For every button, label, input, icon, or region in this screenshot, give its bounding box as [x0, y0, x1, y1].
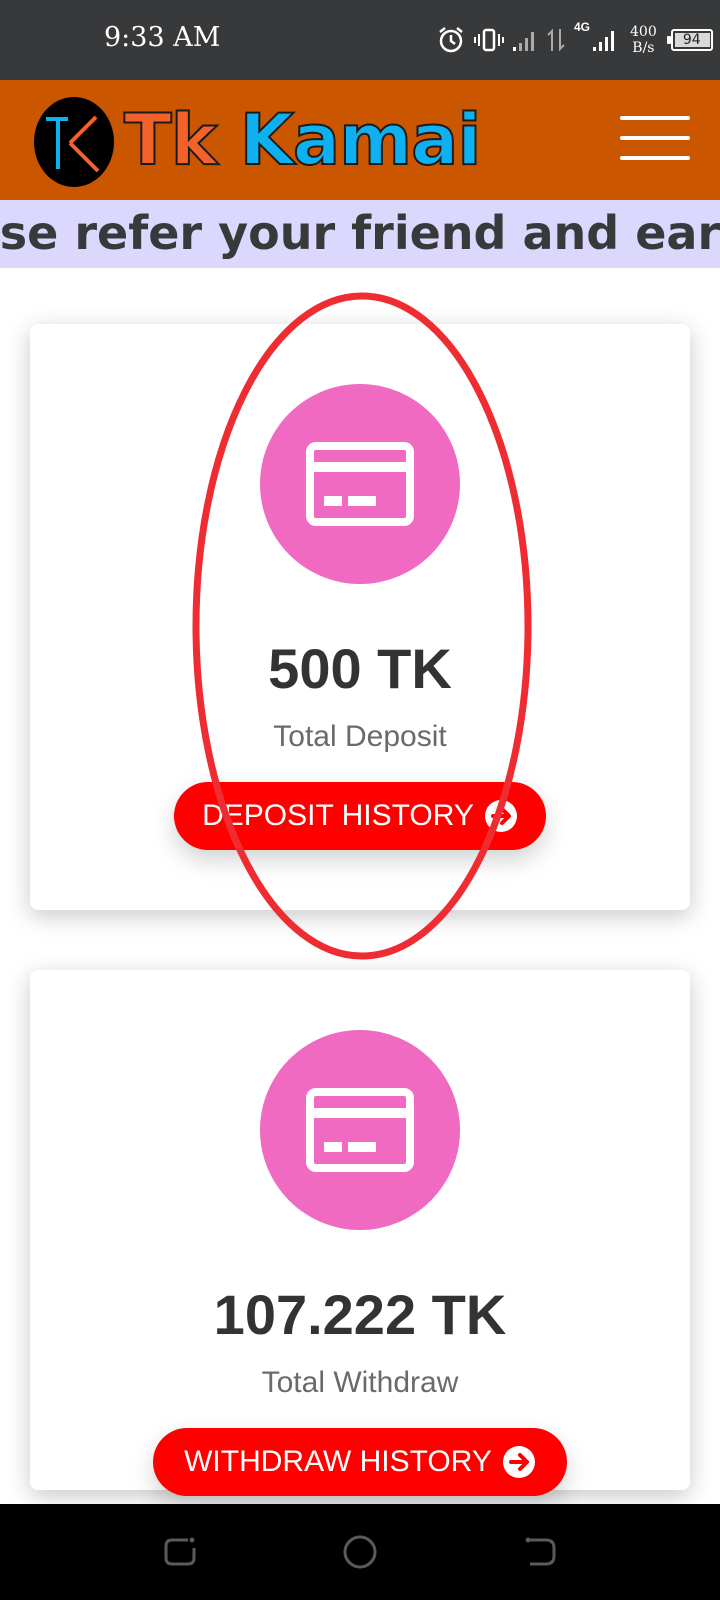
card-icon — [306, 442, 414, 526]
deposit-card: 500 TK Total Deposit DEPOSIT HISTORY — [30, 324, 690, 910]
home-icon[interactable] — [338, 1530, 382, 1574]
deposit-history-button[interactable]: DEPOSIT HISTORY — [174, 782, 546, 850]
card-icon — [306, 1088, 414, 1172]
withdraw-history-button[interactable]: WITHDRAW HISTORY — [153, 1428, 567, 1496]
menu-line-icon — [620, 136, 690, 140]
site-header: Tk Kamai — [0, 80, 720, 200]
status-icons: 4G 400 B/s 94 — [436, 20, 713, 60]
alarm-icon — [439, 27, 463, 53]
data-arrows-icon — [547, 28, 565, 52]
arrow-right-circle-icon — [484, 800, 517, 832]
signal-4g-icon — [593, 31, 615, 51]
logo-part-tk: Tk — [123, 99, 218, 181]
withdraw-amount: 107.222 TK — [213, 1283, 507, 1346]
menu-line-icon — [620, 156, 690, 160]
withdraw-label: Total Withdraw — [261, 1366, 459, 1399]
withdraw-history-label: WITHDRAW HISTORY — [184, 1445, 492, 1478]
deposit-label: Total Deposit — [273, 720, 447, 753]
system-nav-bar — [0, 1504, 720, 1600]
net-speed: 400 B/s — [630, 24, 657, 56]
withdraw-card: 107.222 TK Total Withdraw WITHDRAW HISTO… — [30, 970, 690, 1496]
withdraw-icon-circle — [260, 1030, 460, 1230]
vibrate-icon — [474, 28, 504, 52]
deposit-icon-circle — [260, 384, 460, 584]
signal-icon — [513, 32, 534, 51]
logo-wordmark[interactable]: Tk Kamai — [123, 99, 483, 181]
battery-icon: 94 — [666, 29, 713, 51]
status-time: 9:33 AM — [104, 22, 221, 53]
recents-icon[interactable] — [158, 1530, 202, 1574]
battery-level: 94 — [682, 32, 701, 48]
back-icon[interactable] — [518, 1530, 562, 1574]
net-speed-value: 400 — [630, 24, 657, 40]
status-bar: 9:33 AM 4G 400 B/s 94 — [0, 0, 720, 80]
menu-line-icon — [620, 116, 690, 120]
net-speed-unit: B/s — [632, 40, 655, 56]
logo-part-kamai: Kamai — [239, 99, 483, 181]
notice-text: Please refer your friend and earn — [0, 206, 720, 260]
logo-k-icon — [46, 115, 100, 173]
hamburger-menu-button[interactable] — [620, 116, 690, 160]
notice-marquee: Please refer your friend and earn — [0, 200, 720, 268]
deposit-history-label: DEPOSIT HISTORY — [202, 799, 474, 832]
arrow-right-circle-icon — [502, 1446, 535, 1478]
deposit-amount: 500 TK — [268, 637, 452, 700]
logo-badge[interactable] — [34, 97, 114, 187]
signal-4g-label: 4G — [574, 20, 591, 34]
